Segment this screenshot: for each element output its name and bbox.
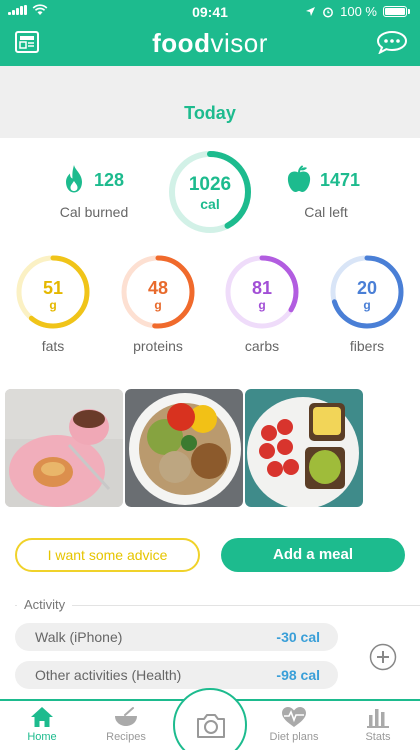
activity-divider: [15, 605, 420, 606]
activity-row[interactable]: Other activities (Health) -98 cal: [15, 661, 338, 689]
apple-icon: [287, 165, 311, 192]
status-right: 100 %: [305, 4, 410, 19]
proteins-value: 48: [147, 278, 169, 298]
heart-pulse-icon: [282, 707, 306, 727]
meal-photo-lunch[interactable]: [125, 389, 243, 507]
activity-title: Activity: [17, 597, 73, 612]
activity-calories: -98 cal: [276, 667, 320, 683]
fibers-label: fibers: [349, 338, 385, 354]
activity-row[interactable]: Walk (iPhone) -30 cal: [15, 623, 338, 651]
stats-icon: [367, 709, 389, 728]
calories-left-label: Cal left: [304, 204, 348, 220]
fats-label: fats: [41, 338, 65, 354]
camera-icon: [197, 714, 225, 738]
activity-name: Walk (iPhone): [35, 629, 123, 645]
home-icon: [31, 707, 53, 727]
tab-label: Diet plans: [269, 731, 319, 743]
calories-consumed-value: 1026: [188, 174, 232, 195]
calories-burned-value: 128: [94, 170, 125, 190]
fibers-value: 20: [356, 278, 378, 298]
carbs-unit: g: [258, 298, 266, 312]
macro-carbs[interactable]: 81 g carbs: [222, 254, 302, 354]
flame-icon: [66, 165, 82, 193]
calories-left-value: 1471: [320, 170, 361, 190]
macro-fibers[interactable]: 20 g fibers: [327, 254, 407, 354]
tab-diet-plans[interactable]: Diet plans: [259, 706, 329, 743]
logo-bold: food: [152, 28, 211, 58]
chat-icon[interactable]: [376, 30, 408, 54]
tab-label: Recipes: [106, 731, 146, 743]
add-activity-icon[interactable]: [369, 643, 397, 671]
alarm-icon: [323, 7, 334, 17]
calories-unit: cal: [200, 196, 220, 212]
status-bar: 09:41 100 %: [0, 0, 420, 22]
carbs-value: 81: [251, 278, 273, 298]
macro-fats[interactable]: 51 g fats: [13, 254, 93, 354]
camera-button[interactable]: [173, 688, 247, 750]
activity-name: Other activities (Health): [35, 667, 182, 683]
tab-label: Home: [27, 731, 57, 743]
tab-recipes[interactable]: Recipes: [91, 706, 161, 743]
meal-photo-toast[interactable]: [245, 389, 363, 507]
lunch-image: [125, 389, 243, 507]
meal-photo-breakfast[interactable]: [5, 389, 123, 507]
activity-calories: -30 cal: [276, 629, 320, 645]
logo-light: visor: [210, 28, 268, 58]
calories-burned-label: Cal burned: [59, 204, 129, 220]
bowl-icon: [115, 707, 137, 726]
location-icon: [306, 7, 316, 16]
battery-percent: 100 %: [340, 4, 377, 19]
fats-unit: g: [49, 298, 57, 312]
battery-icon: [383, 6, 407, 17]
macro-proteins[interactable]: 48 g proteins: [118, 254, 198, 354]
carbs-label: carbs: [244, 338, 280, 354]
toast-image: [245, 389, 363, 507]
breakfast-image: [5, 389, 123, 507]
fibers-unit: g: [363, 298, 371, 312]
add-meal-button[interactable]: Add a meal: [221, 538, 405, 572]
date-strip: [0, 66, 420, 138]
tab-label: Stats: [365, 731, 391, 743]
app-header: 09:41 100 % foodvisor: [0, 0, 420, 66]
date-label[interactable]: Today: [0, 103, 420, 124]
proteins-label: proteins: [133, 338, 183, 354]
app-logo: foodvisor: [0, 28, 420, 59]
advice-button[interactable]: I want some advice: [15, 538, 200, 572]
fats-value: 51: [42, 278, 64, 298]
tab-home[interactable]: Home: [7, 706, 77, 743]
proteins-unit: g: [154, 298, 162, 312]
tab-stats[interactable]: Stats: [343, 706, 413, 743]
battery-cap: [408, 9, 410, 14]
